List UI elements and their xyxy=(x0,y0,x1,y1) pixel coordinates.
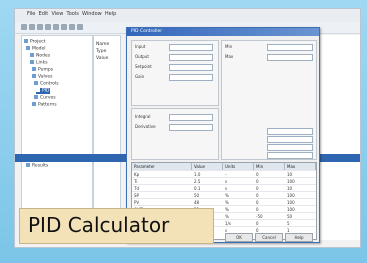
dialog-titlebar: PID Controller xyxy=(127,28,319,36)
tree-item[interactable]: Project xyxy=(24,39,45,45)
param-field[interactable] xyxy=(267,128,313,135)
right-panel xyxy=(315,35,360,240)
dialog-label: Input xyxy=(135,44,146,49)
dialog-label: Derivative xyxy=(135,124,156,129)
toolbar-icon[interactable] xyxy=(45,24,51,30)
dialog-label: Gain xyxy=(135,74,145,79)
menu-help[interactable]: Help xyxy=(105,11,116,17)
menu-view[interactable]: View xyxy=(51,11,63,17)
toolbar-icon[interactable] xyxy=(29,24,35,30)
dialog-label: Max xyxy=(225,54,234,59)
param-field[interactable] xyxy=(267,136,313,143)
column-header[interactable]: Units xyxy=(223,163,254,170)
menu-labels: File Edit View Tools Window Help xyxy=(27,11,116,17)
param-field[interactable] xyxy=(267,152,313,159)
column-header[interactable]: Min xyxy=(254,163,285,170)
tree-item[interactable]: Pumps xyxy=(32,67,53,73)
toolbar-icon[interactable] xyxy=(21,24,27,30)
tree-item-selected[interactable]: PID xyxy=(36,88,50,94)
dialog-label: Min xyxy=(225,44,233,49)
help-button[interactable]: Help xyxy=(285,233,313,242)
tree-item[interactable]: Curves xyxy=(34,95,56,101)
tree-item[interactable]: Links xyxy=(30,60,48,66)
column-header[interactable]: Max xyxy=(285,163,316,170)
list-item[interactable]: Type xyxy=(96,49,106,54)
dialog-label: Output xyxy=(135,54,149,59)
toolbar-icon[interactable] xyxy=(37,24,43,30)
tree-item[interactable]: Nodes xyxy=(30,53,50,59)
input-field[interactable] xyxy=(169,44,213,51)
tree-item[interactable]: Controls xyxy=(34,81,59,87)
menu-bar: File Edit View Tools Window Help xyxy=(15,9,360,23)
dialog-label: Integral xyxy=(135,114,151,119)
integral-field[interactable] xyxy=(169,114,213,121)
min-field[interactable] xyxy=(267,44,313,51)
menu-tools[interactable]: Tools xyxy=(67,11,79,17)
caption-text: PID Calculator xyxy=(28,213,170,237)
menu-edit[interactable]: Edit xyxy=(39,11,49,17)
tree-item[interactable]: Model xyxy=(26,46,46,52)
tree-item[interactable]: Patterns xyxy=(32,102,57,108)
toolbar-icon[interactable] xyxy=(77,24,83,30)
gain-field[interactable] xyxy=(169,74,213,81)
ok-button[interactable]: OK xyxy=(225,233,253,242)
cancel-button[interactable]: Cancel xyxy=(255,233,283,242)
dialog-label: Setpoint xyxy=(135,64,152,69)
menu-window[interactable]: Window xyxy=(82,11,102,17)
caption-box: PID Calculator xyxy=(19,208,214,244)
toolbar-icon[interactable] xyxy=(61,24,67,30)
dialog-title: PID Controller xyxy=(131,29,163,34)
toolbar-icon[interactable] xyxy=(53,24,59,30)
tree-item[interactable]: Results xyxy=(26,163,48,169)
tree-item[interactable]: Valves xyxy=(32,74,53,80)
output-field[interactable] xyxy=(169,54,213,61)
derivative-field[interactable] xyxy=(169,124,213,131)
toolbar-icon[interactable] xyxy=(69,24,75,30)
list-item[interactable]: Name xyxy=(96,42,109,47)
column-header[interactable]: Value xyxy=(192,163,223,170)
column-header[interactable]: Parameter xyxy=(132,163,192,170)
setpoint-field[interactable] xyxy=(169,64,213,71)
list-item[interactable]: Value xyxy=(96,56,108,61)
param-field[interactable] xyxy=(267,144,313,151)
max-field[interactable] xyxy=(267,54,313,61)
menu-file[interactable]: File xyxy=(27,11,35,17)
